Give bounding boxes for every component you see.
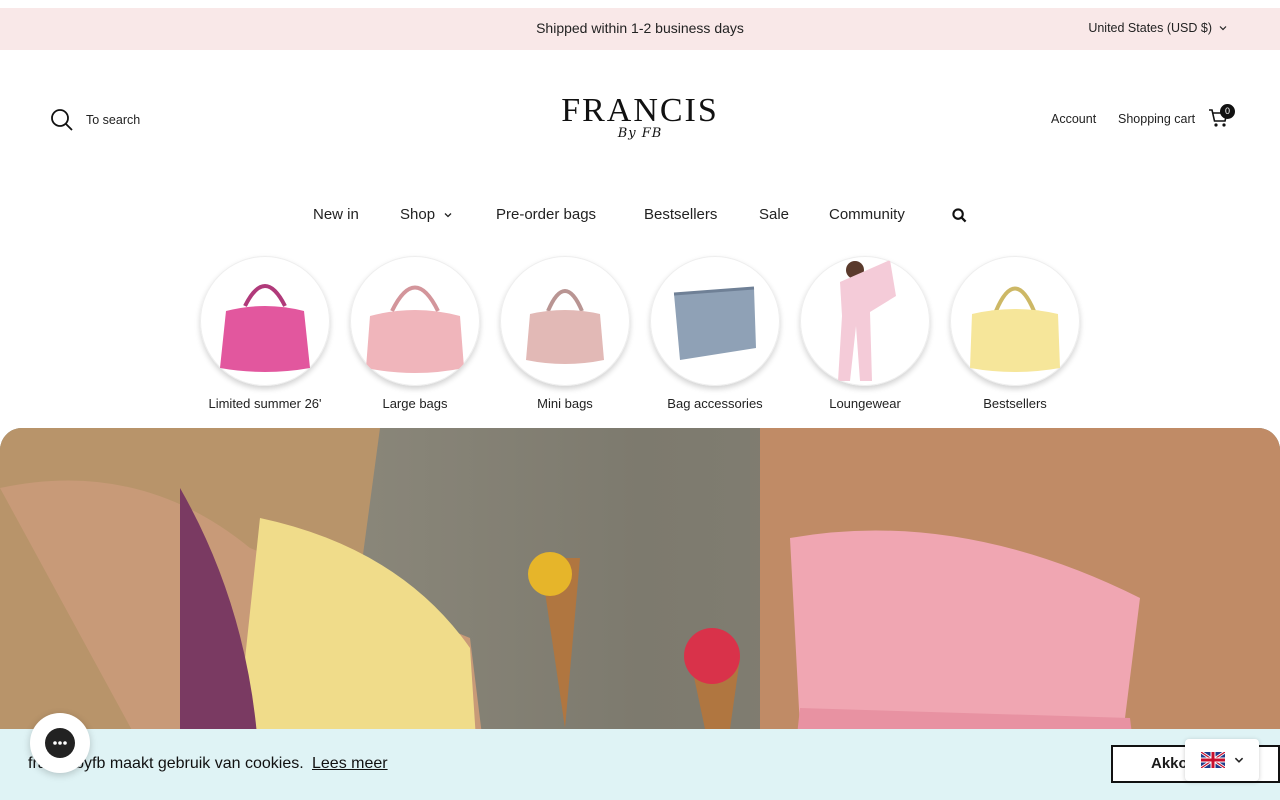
cookie-read-more-link[interactable]: Lees meer (312, 755, 388, 773)
category-large-bags[interactable]: Large bags (350, 256, 480, 411)
category-bag-accessories[interactable]: Bag accessories (650, 256, 780, 411)
cart-count-badge: 0 (1220, 104, 1235, 119)
nav-label: Shop (400, 206, 436, 223)
category-image (950, 256, 1080, 386)
currency-label: United States (USD $) (1088, 21, 1212, 35)
main-navigation: New in Shop Pre-order bags Bestsellers S… (0, 206, 1280, 228)
language-selector[interactable] (1185, 739, 1259, 781)
category-image (800, 256, 930, 386)
search-button[interactable]: To search (50, 108, 140, 132)
nav-label: Pre-order bags (496, 206, 597, 223)
nav-bestsellers[interactable]: Bestsellers (644, 206, 717, 223)
nav-new-in[interactable]: New in (313, 206, 359, 223)
shopping-cart-link[interactable]: Shopping cart (1118, 112, 1195, 126)
category-label: Mini bags (537, 396, 593, 411)
category-label: Bestsellers (983, 396, 1047, 411)
category-image (650, 256, 780, 386)
site-logo[interactable]: FRANCIS By FB (540, 92, 740, 142)
nav-shop[interactable]: Shop (400, 206, 453, 223)
search-label: To search (86, 113, 141, 127)
logo-wordmark: FRANCIS (561, 92, 719, 129)
handbag-icon (970, 286, 1060, 372)
chat-icon (45, 728, 75, 758)
uk-flag-icon (1201, 752, 1225, 768)
category-label: Large bags (382, 396, 448, 411)
account-link[interactable]: Account (1051, 112, 1096, 126)
bag-organizer-icon (673, 286, 756, 360)
nav-label: Community (829, 206, 905, 223)
nav-label: Sale (759, 206, 790, 223)
nav-pre-order-bags[interactable]: Pre-order bags (496, 206, 596, 223)
handbag-icon (220, 284, 310, 372)
currency-selector[interactable]: United States (USD $) (1088, 21, 1228, 35)
category-image (350, 256, 480, 386)
chat-button[interactable] (30, 713, 90, 773)
loungewear-icon (838, 260, 896, 381)
cookie-banner: francisbyfb maakt gebruik van cookies. L… (0, 729, 1280, 800)
chevron-down-icon (1219, 26, 1227, 31)
category-label: Limited summer 26' (208, 396, 322, 411)
nav-label: Bestsellers (644, 206, 718, 223)
category-label: Bag accessories (667, 396, 763, 411)
nav-community[interactable]: Community (829, 206, 905, 223)
category-bestsellers[interactable]: Bestsellers (950, 256, 1080, 411)
search-icon[interactable] (952, 208, 967, 223)
category-mini-bags[interactable]: Mini bags (500, 256, 630, 411)
chevron-down-icon (1234, 757, 1244, 763)
handbag-icon (526, 289, 604, 364)
category-limited-summer[interactable]: Limited summer 26' (200, 256, 330, 411)
category-label: Loungewear (829, 396, 901, 411)
handbag-icon (366, 285, 464, 373)
category-image (200, 256, 330, 386)
search-icon (51, 109, 73, 131)
chevron-down-icon (444, 212, 452, 217)
site-header: To search FRANCIS By FB Account Shopping… (0, 50, 1280, 190)
announcement-bar: Shipped within 1-2 business days United … (0, 8, 1280, 50)
category-loungewear[interactable]: Loungewear (800, 256, 930, 411)
category-image (500, 256, 630, 386)
nav-label: New in (313, 206, 359, 223)
category-carousel: Limited summer 26' Large bags Mini bags … (0, 256, 1280, 416)
nav-sale[interactable]: Sale (759, 206, 789, 223)
